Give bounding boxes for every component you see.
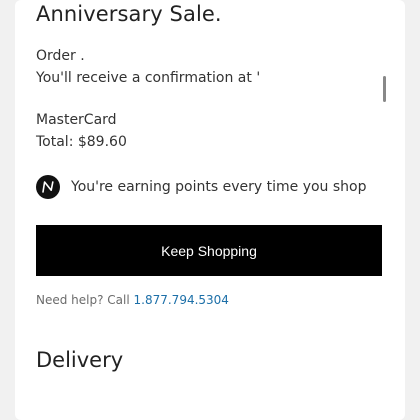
help-prefix: Need help? Call xyxy=(36,293,134,307)
help-line: Need help? Call 1.877.794.5304 xyxy=(36,293,229,307)
delivery-section-title: Delivery xyxy=(36,348,124,372)
rewards-row: You're earning points every time you sho… xyxy=(36,175,367,199)
order-number: Order . xyxy=(36,48,85,64)
confirmation-card: Anniversary Sale. Order . You'll receive… xyxy=(15,0,405,420)
help-phone-link[interactable]: 1.877.794.5304 xyxy=(134,293,229,307)
scrollbar[interactable] xyxy=(383,76,386,102)
page-title: Anniversary Sale. xyxy=(36,2,222,26)
keep-shopping-button[interactable]: Keep Shopping xyxy=(36,225,382,276)
order-total: Total: $89.60 xyxy=(36,134,127,150)
confirmation-message: You'll receive a confirmation at ' xyxy=(36,70,261,86)
payment-card-type: MasterCard xyxy=(36,112,117,128)
rewards-text: You're earning points every time you sho… xyxy=(71,179,367,195)
nordstrom-n-icon xyxy=(36,175,60,199)
